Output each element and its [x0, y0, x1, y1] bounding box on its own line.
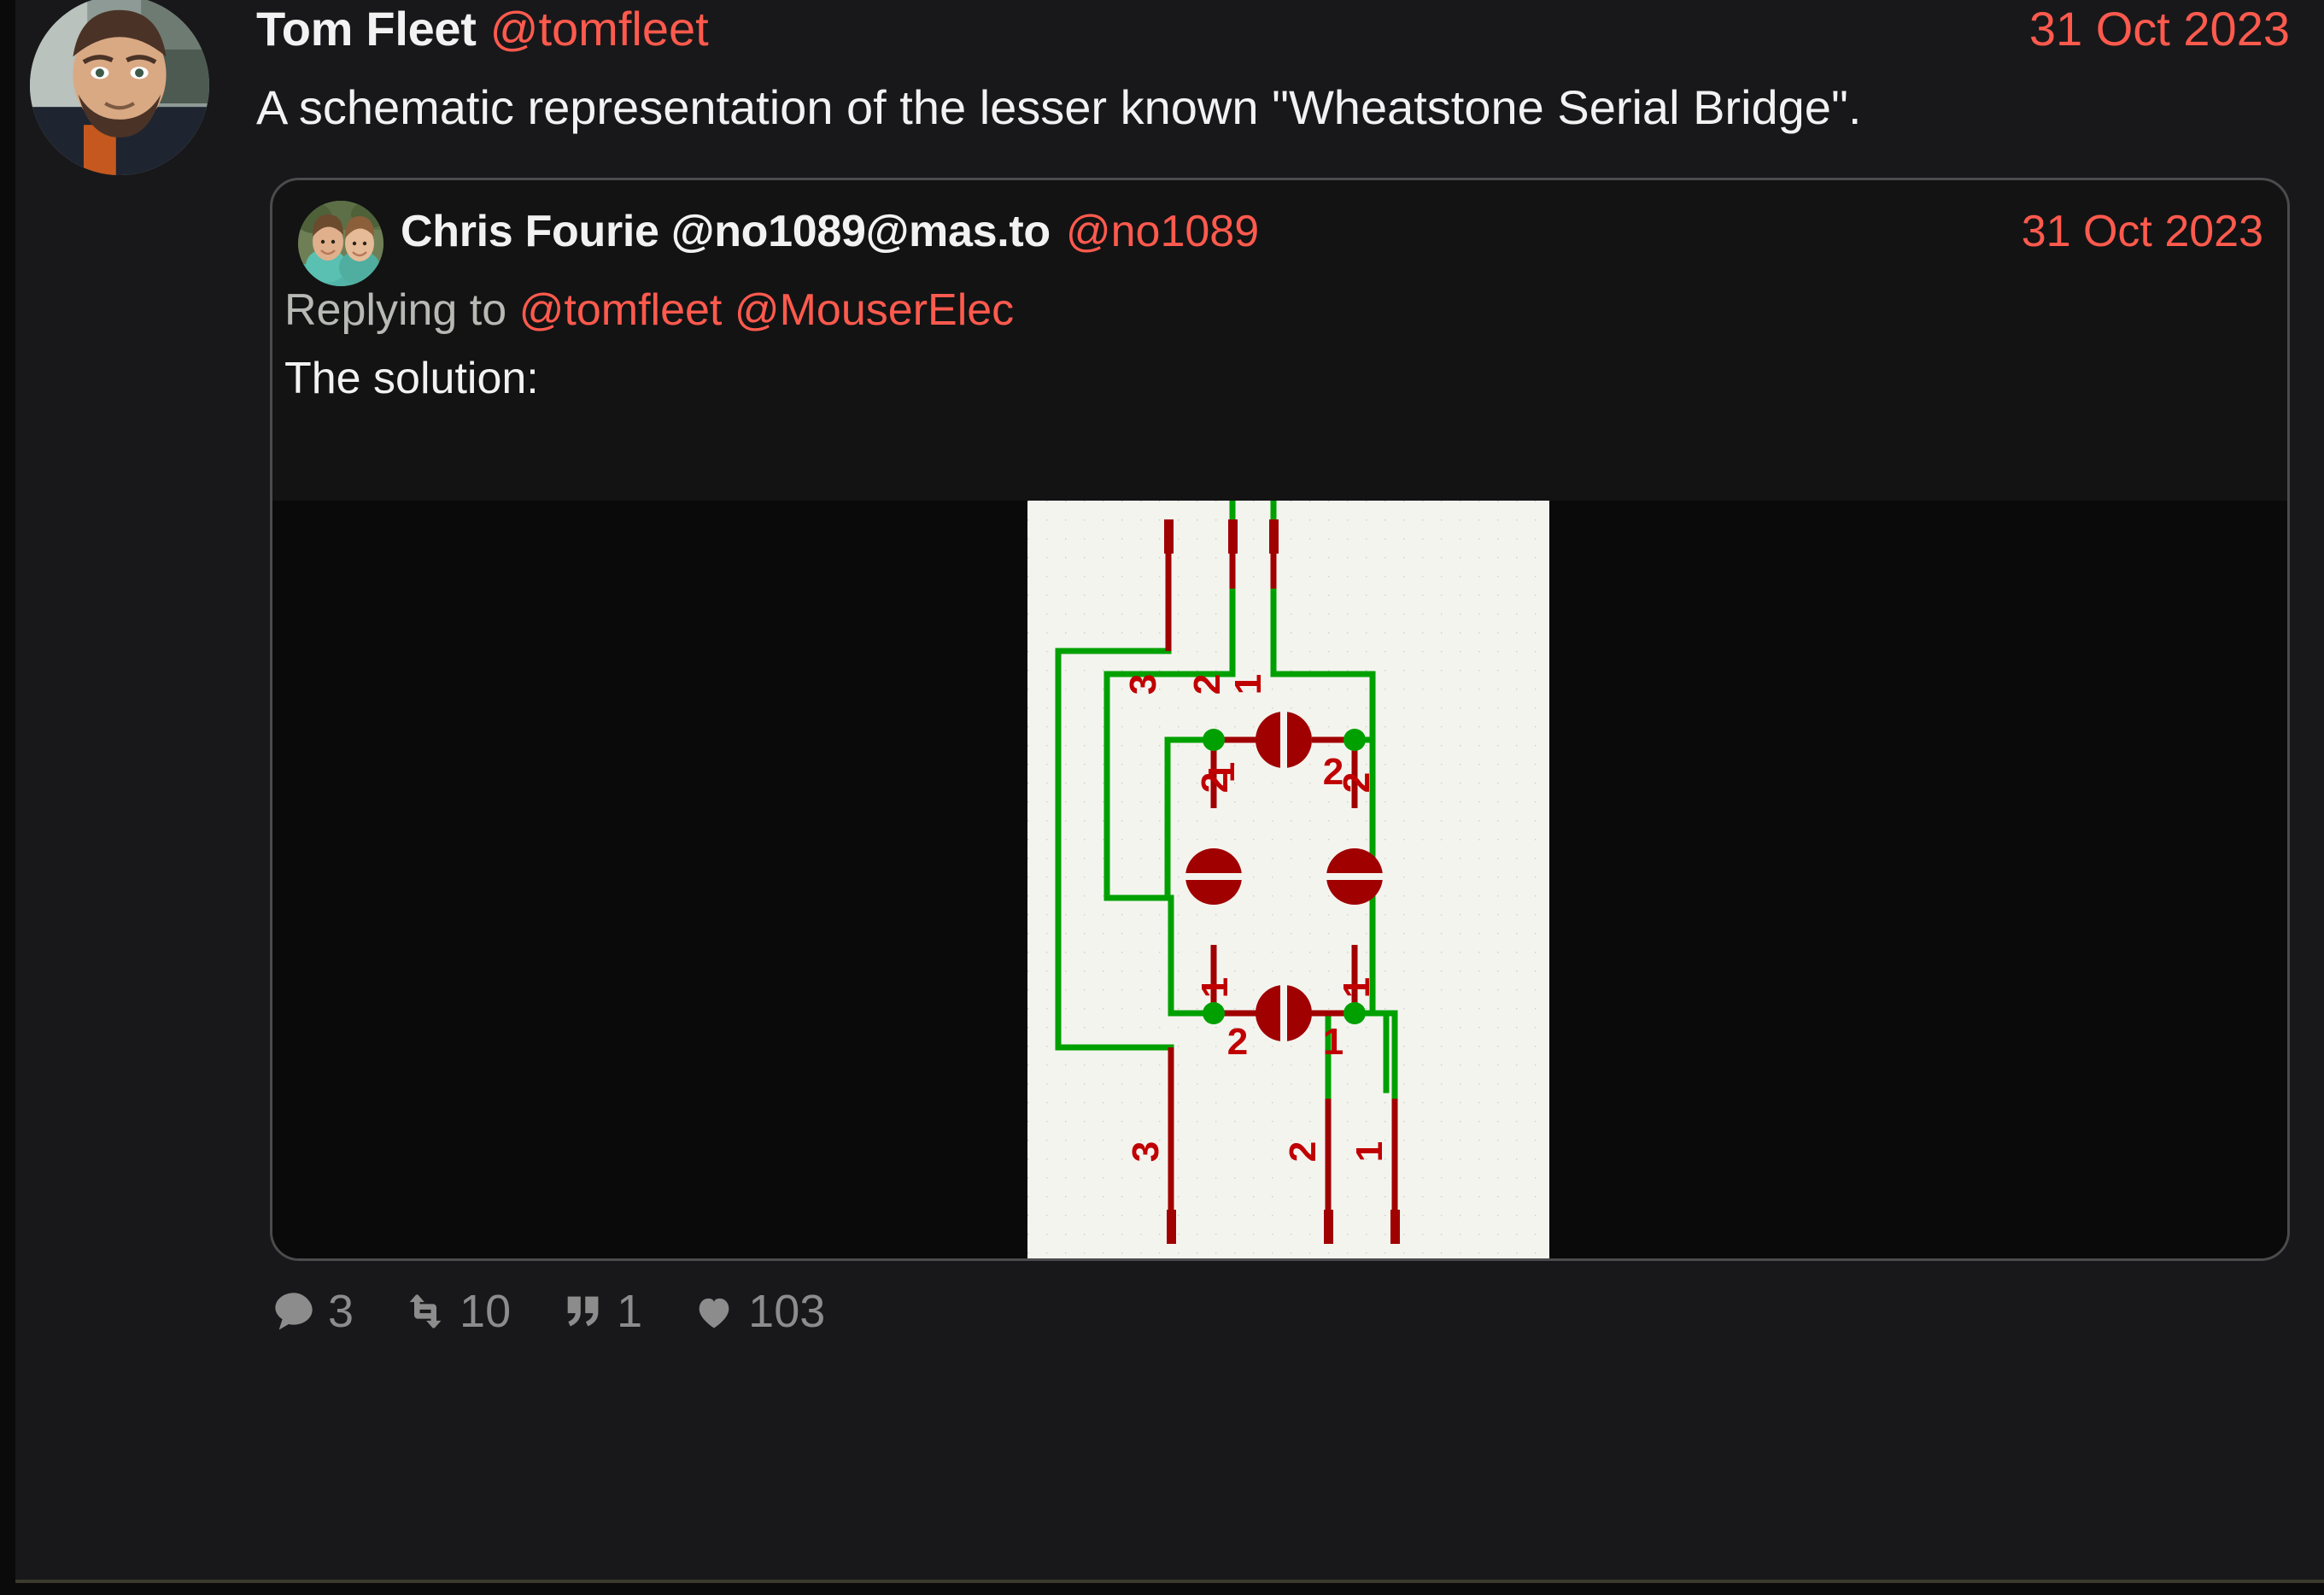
author-line: Tom Fleet @tomfleet — [256, 2, 1879, 63]
quotes-count: 1 — [617, 1286, 643, 1337]
quote-icon — [559, 1287, 606, 1335]
repeat-icon — [401, 1287, 449, 1335]
comment-icon — [270, 1287, 318, 1335]
svg-text:2: 2 — [1186, 674, 1228, 695]
svg-text:1: 1 — [1349, 1141, 1390, 1162]
media-attachment[interactable]: 3 2 1 3 2 1 1 2 2 1 2 1 2 1 — [272, 501, 2287, 1258]
reposts-count: 10 — [460, 1286, 512, 1337]
engagement-stats: 3 10 1 103 — [270, 1277, 873, 1346]
replies-count: 3 — [328, 1286, 354, 1337]
svg-text:3: 3 — [1125, 1141, 1167, 1162]
mention-tomfleet[interactable]: @tomfleet — [519, 285, 723, 335]
left-gutter — [0, 0, 15, 1595]
stat-replies[interactable]: 3 — [270, 1286, 354, 1337]
svg-text:2: 2 — [1194, 772, 1236, 793]
wheatstone-bridge-schematic: 3 2 1 3 2 1 1 2 2 1 2 1 2 1 — [1027, 501, 1549, 1258]
status-date[interactable]: 31 Oct 2023 — [2029, 2, 2290, 56]
stat-likes[interactable]: 103 — [690, 1286, 825, 1337]
status-body-text: A schematic representation of the lesser… — [256, 80, 1862, 134]
heart-icon — [690, 1287, 738, 1335]
avatar-photo-tom-fleet-icon — [30, 0, 209, 175]
quoted-avatar[interactable] — [298, 201, 383, 286]
author-handle[interactable]: @tomfleet — [490, 2, 709, 56]
svg-text:1: 1 — [1323, 1021, 1343, 1063]
replying-to-line: Replying to @tomfleet @MouserElec — [284, 276, 1993, 344]
svg-text:1: 1 — [1336, 977, 1378, 998]
quoted-post-date[interactable]: 31 Oct 2023 — [2022, 201, 2263, 262]
stat-quotes[interactable]: 1 — [559, 1286, 642, 1337]
quoted-author-line: Chris Fourie @no1089@mas.to @no1089 — [401, 201, 1767, 262]
likes-count: 103 — [748, 1286, 826, 1337]
svg-text:2: 2 — [1336, 772, 1378, 793]
page-root: Tom Fleet @tomfleet 31 Oct 2023 A schemat… — [0, 0, 2324, 1595]
svg-text:3: 3 — [1122, 674, 1164, 695]
schematic-image[interactable]: 3 2 1 3 2 1 1 2 2 1 2 1 2 1 — [1027, 501, 1549, 1258]
quoted-post-body: The solution: — [284, 354, 539, 403]
svg-text:1: 1 — [1227, 674, 1269, 695]
svg-text:2: 2 — [1227, 1021, 1248, 1063]
bottom-divider — [15, 1580, 2324, 1583]
svg-text:1: 1 — [1194, 977, 1236, 998]
svg-text:2: 2 — [1282, 1141, 1324, 1162]
author-display-name[interactable]: Tom Fleet — [256, 2, 477, 56]
avatar[interactable] — [30, 0, 209, 175]
stat-reposts[interactable]: 10 — [401, 1286, 511, 1337]
quoted-author-handle[interactable]: @no1089 — [1066, 207, 1259, 256]
replying-to-label: Replying to — [284, 285, 507, 335]
avatar-photo-chris-fourie-icon — [298, 201, 383, 286]
quoted-post-card[interactable]: Chris Fourie @no1089@mas.to @no1089 31 Oc… — [270, 178, 2290, 1261]
mention-mouserelec[interactable]: @MouserElec — [735, 285, 1014, 335]
quoted-author-display-name[interactable]: Chris Fourie @no1089@mas.to — [401, 207, 1051, 256]
